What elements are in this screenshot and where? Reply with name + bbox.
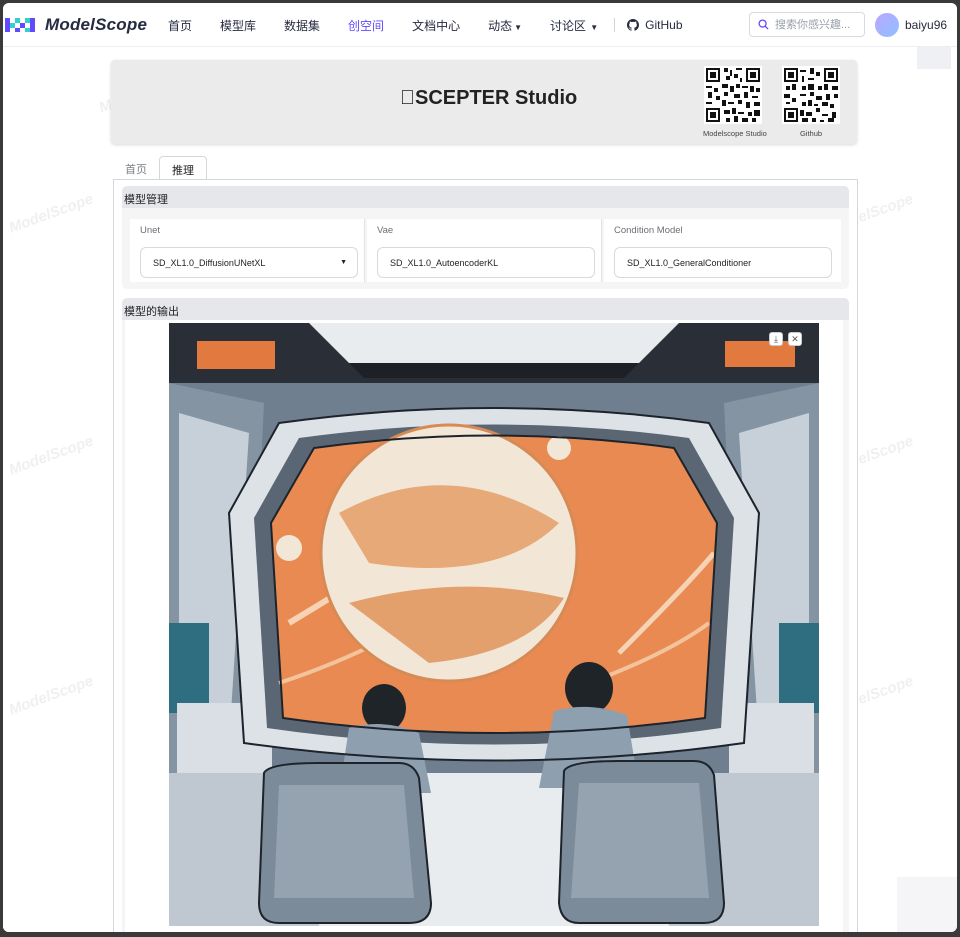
unet-field: Unet SD_XL1.0_DiffusionUNetXL ▼	[130, 219, 365, 282]
nav-link-forum-label: 讨论区	[550, 18, 587, 33]
nav-link-docs[interactable]: 文档中心	[412, 17, 460, 34]
nav-link-studios[interactable]: 创空间	[348, 17, 384, 34]
scroll-up-button[interactable]	[917, 47, 951, 69]
studio-page: ModelScope ModelScope ModelScope ModelSc…	[3, 47, 916, 932]
output-image[interactable]	[169, 323, 819, 926]
dropdown-value: SD_XL1.0_DiffusionUNetXL	[153, 258, 266, 268]
qr-modelscope: Modelscope Studio	[703, 66, 767, 138]
chevron-down-icon: ▼	[514, 22, 523, 32]
model-management-section: 模型管理 Unet SD_XL1.0_DiffusionUNetXL ▼ Vae…	[122, 186, 849, 289]
tab-panel-inference: 模型管理 Unet SD_XL1.0_DiffusionUNetXL ▼ Vae…	[113, 179, 858, 932]
username[interactable]: baiyu96	[905, 18, 947, 32]
modelscope-logo-icon	[5, 15, 39, 35]
output-image-container: ⤓ ✕	[125, 320, 843, 932]
logo-text: ModelScope	[45, 15, 148, 34]
nav-link-models[interactable]: 模型库	[220, 17, 256, 34]
field-label: Unet	[140, 225, 161, 236]
search-input[interactable]	[775, 18, 861, 31]
section-title: 模型的输出	[122, 298, 849, 320]
field-value: SD_XL1.0_GeneralConditioner	[627, 258, 752, 268]
chevron-down-icon: ▼	[588, 22, 599, 32]
qr-github: Github	[781, 66, 841, 138]
nav-links: 首页 模型库 数据集 创空间 文档中心 动态 ▼ 讨论区 ▼ GitHub	[168, 3, 683, 47]
qr-label: Github	[799, 129, 823, 138]
qr-label: Modelscope Studio	[703, 129, 767, 138]
section-title: 模型管理	[122, 186, 849, 208]
chevron-down-icon: ▼	[340, 259, 347, 266]
watermark: ModelScope	[6, 672, 96, 719]
vae-input[interactable]: SD_XL1.0_AutoencoderKL	[377, 247, 595, 278]
model-output-section: 模型的输出 ⤓ ✕	[122, 298, 849, 932]
app-window: ModelScope 首页 模型库 数据集 创空间 文档中心 动态 ▼ 讨论区 ▼…	[3, 3, 957, 932]
qr-code-icon	[704, 66, 762, 124]
avatar[interactable]	[875, 13, 899, 37]
studio-header: SCEPTER Studio	[111, 60, 857, 144]
qr-code-icon	[782, 66, 840, 124]
nav-link-datasets[interactable]: 数据集	[284, 17, 320, 34]
search-icon	[758, 19, 769, 30]
close-icon[interactable]: ✕	[788, 332, 802, 346]
unet-dropdown[interactable]: SD_XL1.0_DiffusionUNetXL ▼	[140, 247, 358, 278]
field-label: Vae	[377, 225, 394, 236]
watermark: ModelScope	[6, 432, 96, 479]
nav-link-github[interactable]: GitHub	[627, 18, 683, 32]
nav-link-news-label: 动态	[488, 18, 513, 33]
top-navbar: ModelScope 首页 模型库 数据集 创空间 文档中心 动态 ▼ 讨论区 ▼…	[3, 3, 957, 47]
github-icon	[627, 19, 640, 31]
modelscope-logo[interactable]: ModelScope	[5, 13, 147, 37]
browser-frame: ModelScope 首页 模型库 数据集 创空间 文档中心 动态 ▼ 讨论区 ▼…	[0, 0, 960, 937]
download-icon[interactable]: ⤓	[769, 332, 783, 346]
field-label: Condition Model	[614, 225, 683, 236]
github-label: GitHub	[645, 18, 683, 32]
nav-link-home[interactable]: 首页	[168, 17, 192, 34]
nav-link-forum[interactable]: 讨论区 ▼	[550, 17, 598, 34]
condition-model-input[interactable]: SD_XL1.0_GeneralConditioner	[614, 247, 832, 278]
condition-model-field: Condition Model SD_XL1.0_GeneralConditio…	[604, 219, 841, 282]
search-box[interactable]	[749, 12, 865, 37]
right-gutter	[897, 47, 957, 877]
nav-link-news[interactable]: 动态 ▼	[488, 17, 522, 34]
watermark: ModelScope	[6, 190, 96, 237]
nav-divider	[614, 18, 616, 32]
page-title: SCEPTER Studio	[400, 87, 577, 109]
vae-field: Vae SD_XL1.0_AutoencoderKL	[367, 219, 602, 282]
tab-home[interactable]: 首页	[113, 156, 159, 180]
tab-bar: 首页 推理	[113, 156, 207, 180]
tab-inference[interactable]: 推理	[159, 156, 207, 180]
field-value: SD_XL1.0_AutoencoderKL	[390, 258, 499, 268]
